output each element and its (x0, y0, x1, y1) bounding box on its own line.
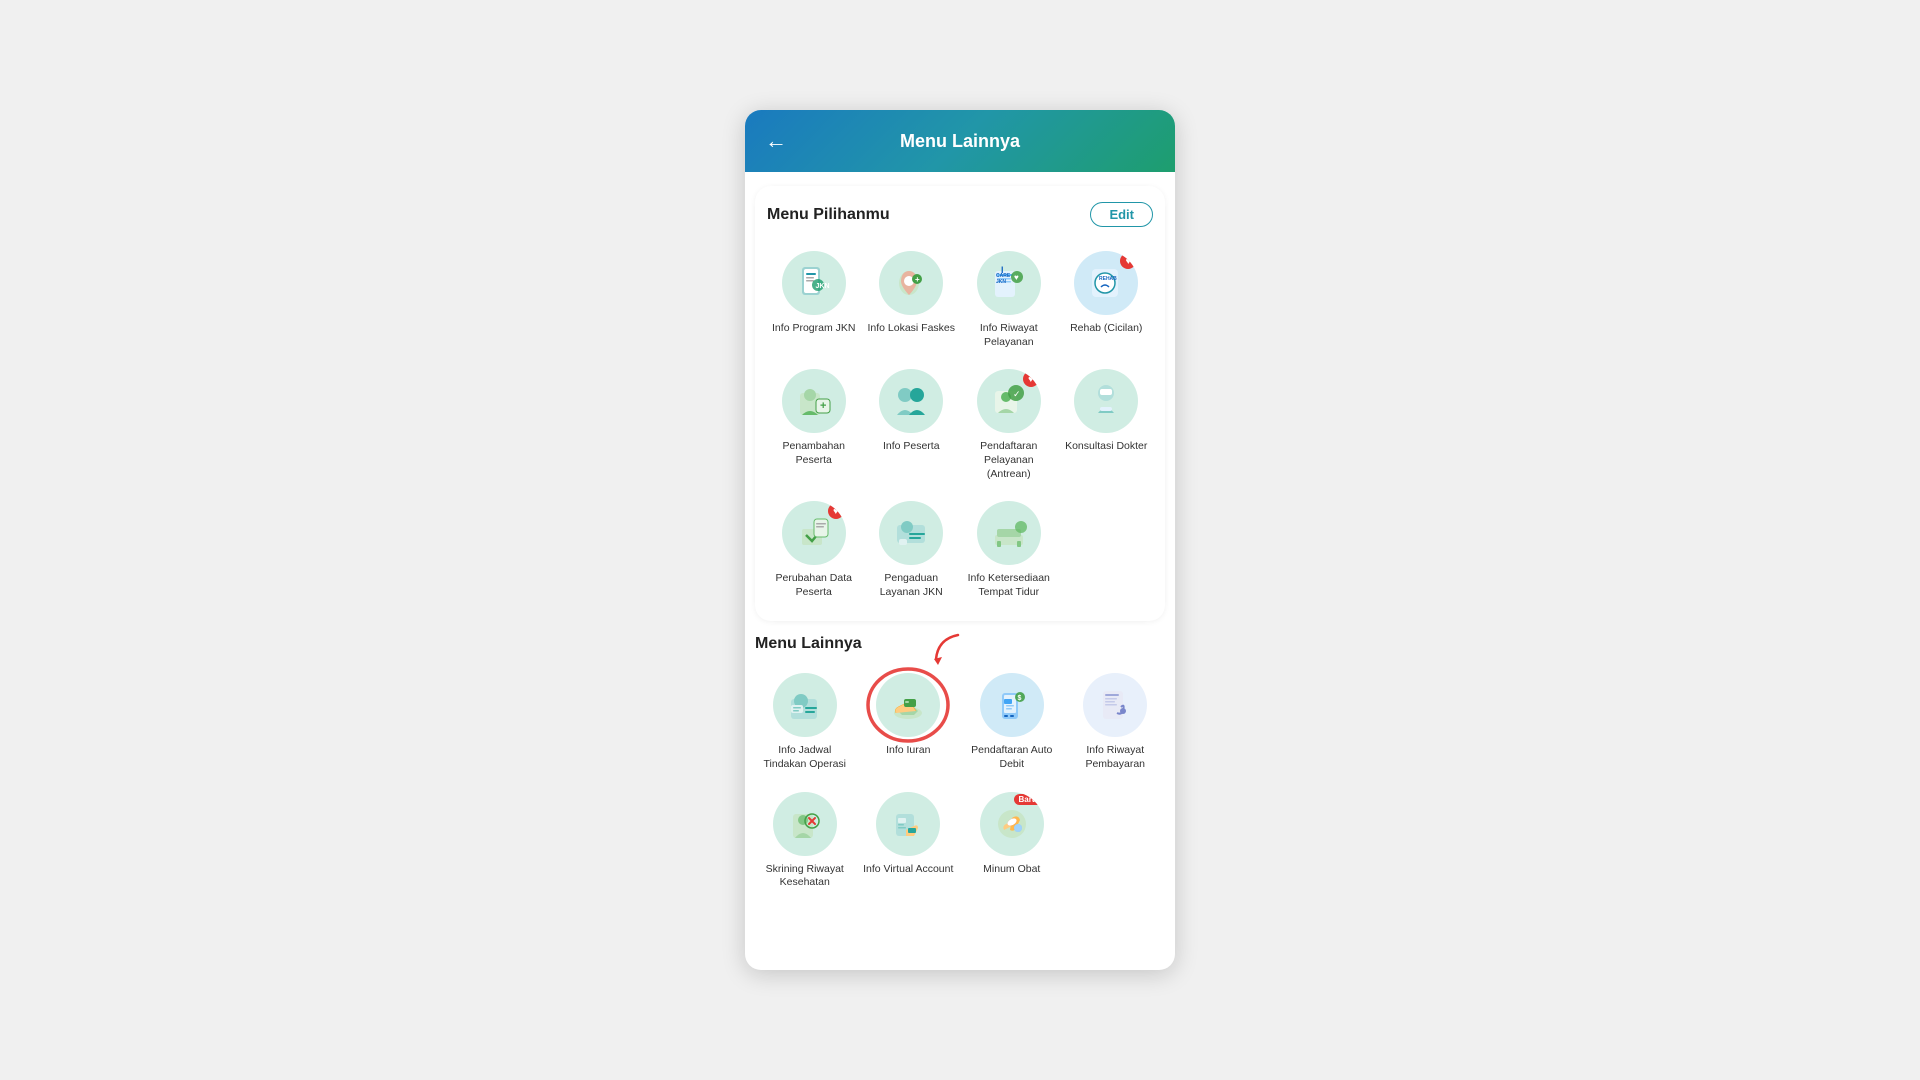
label-info-jadwal: Info Jadwal Tindakan Operasi (757, 744, 853, 771)
menu-item-info-riwayat-pelayanan[interactable]: I CARE JKN ♥ Info Riwayat Pelayanan (962, 245, 1056, 355)
icon-wrap-info-riwayat-pembayaran (1083, 673, 1147, 737)
menu-item-info-ketersediaan-tempat-tidur[interactable]: Info Ketersediaan Tempat Tidur (962, 495, 1056, 605)
header-title: Menu Lainnya (799, 131, 1121, 152)
label-info-riwayat-pembayaran: Info Riwayat Pembayaran (1068, 744, 1164, 771)
back-button[interactable]: ← (765, 128, 787, 154)
icon-wrap-pendaftaran-pelayanan: ✓ ♥ (977, 369, 1041, 433)
icon-wrap-skrining (773, 792, 837, 856)
rehab-heart-badge: ♥ (1120, 253, 1136, 269)
icon-wrap-info-virtual-account (876, 792, 940, 856)
menu-item-info-virtual-account[interactable]: Info Virtual Account (859, 786, 959, 896)
phone-container: ← Menu Lainnya Menu Pilihanmu Edit (745, 110, 1175, 970)
label-info-riwayat-pelayanan: Info Riwayat Pelayanan (964, 322, 1054, 349)
menu-item-info-iuran[interactable]: Info Iuran (859, 667, 959, 777)
svg-text:REHAB: REHAB (1099, 276, 1117, 282)
icon-wrap-penambahan-peserta: + (782, 369, 846, 433)
pendaftaran-pelayanan-icon: ✓ (987, 379, 1031, 423)
menu-item-minum-obat[interactable]: Baru Minum Obat (962, 786, 1062, 896)
label-pengaduan-layanan-jkn: Pengaduan Layanan JKN (867, 572, 957, 599)
label-pendaftaran-auto-debit: Pendaftaran Auto Debit (964, 744, 1060, 771)
edit-button[interactable]: Edit (1090, 202, 1153, 227)
icon-wrap-minum-obat: Baru (980, 792, 1044, 856)
svg-text:+: + (915, 275, 920, 284)
menu-item-info-program-jkn[interactable]: JKN Info Program JKN (767, 245, 861, 355)
menu-item-info-lokasi-faskes[interactable]: + Info Lokasi Faskes (865, 245, 959, 355)
menu-item-info-jadwal-tindakan-operasi[interactable]: Info Jadwal Tindakan Operasi (755, 667, 855, 777)
menu-item-pendaftaran-auto-debit[interactable]: $ Pendaftaran Auto Debit (962, 667, 1062, 777)
svg-text:♥: ♥ (1014, 273, 1019, 282)
label-info-lokasi-faskes: Info Lokasi Faskes (867, 322, 955, 336)
rehab-cicilan-icon: REHAB (1084, 261, 1128, 305)
minum-obat-new-badge: Baru (1014, 794, 1042, 805)
info-riwayat-pelayanan-icon: I CARE JKN ♥ (987, 261, 1031, 305)
icon-wrap-info-peserta (879, 369, 943, 433)
icon-wrap-info-riwayat-pelayanan: I CARE JKN ♥ (977, 251, 1041, 315)
svg-text:+: + (820, 400, 826, 412)
menu-lainnya-title: Menu Lainnya (755, 635, 1165, 653)
info-peserta-icon (889, 379, 933, 423)
perubahan-heart-badge: ♥ (828, 503, 844, 519)
svg-text:✓: ✓ (1013, 389, 1021, 399)
svg-text:$: $ (1017, 695, 1021, 702)
svg-text:JKN: JKN (996, 279, 1006, 285)
pendaftaran-auto-debit-icon: $ (990, 683, 1034, 727)
menu-pilihanmu-section: Menu Pilihanmu Edit (745, 186, 1175, 621)
pengaduan-layanan-jkn-icon (889, 511, 933, 555)
menu-item-konsultasi-dokter[interactable]: Konsultasi Dokter (1060, 363, 1154, 487)
label-info-ketersediaan-tempat-tidur: Info Ketersediaan Tempat Tidur (964, 572, 1054, 599)
menu-item-rehab-cicilan[interactable]: REHAB ♥ Rehab (Cicilan) (1060, 245, 1154, 355)
label-minum-obat: Minum Obat (983, 863, 1040, 877)
label-info-iuran: Info Iuran (886, 744, 930, 758)
icon-wrap-info-jadwal (773, 673, 837, 737)
icon-wrap-info-ketersediaan-tempat-tidur (977, 501, 1041, 565)
icon-wrap-pengaduan-layanan-jkn (879, 501, 943, 565)
menu-item-penambahan-peserta[interactable]: + Penambahan Peserta (767, 363, 861, 487)
label-pendaftaran-pelayanan: Pendaftaran Pelayanan (Antrean) (964, 440, 1054, 481)
menu-item-skrining-riwayat-kesehatan[interactable]: Skrining Riwayat Kesehatan (755, 786, 855, 896)
menu-item-info-peserta[interactable]: Info Peserta (865, 363, 959, 487)
menu-item-info-riwayat-pembayaran[interactable]: Info Riwayat Pembayaran (1066, 667, 1166, 777)
menu-lainnya-grid: Info Jadwal Tindakan Operasi (755, 667, 1165, 896)
menu-pilihanmu-header: Menu Pilihanmu Edit (767, 202, 1153, 227)
icon-wrap-info-program-jkn: JKN (782, 251, 846, 315)
icon-wrap-info-lokasi-faskes: + (879, 251, 943, 315)
icon-wrap-perubahan-data-peserta: ♥ (782, 501, 846, 565)
icon-wrap-rehab-cicilan: REHAB ♥ (1074, 251, 1138, 315)
label-info-virtual-account: Info Virtual Account (863, 863, 953, 877)
skrining-icon (783, 802, 827, 846)
minum-obat-icon (990, 802, 1034, 846)
perubahan-data-peserta-icon (792, 511, 836, 555)
menu-item-pengaduan-layanan-jkn[interactable]: Pengaduan Layanan JKN (865, 495, 959, 605)
pendaftaran-heart-badge: ♥ (1023, 371, 1039, 387)
label-perubahan-data-peserta: Perubahan Data Peserta (769, 572, 859, 599)
label-skrining: Skrining Riwayat Kesehatan (757, 863, 853, 890)
info-riwayat-pembayaran-icon (1093, 683, 1137, 727)
menu-item-pendaftaran-pelayanan[interactable]: ✓ ♥ Pendaftaran Pelayanan (Antrean) (962, 363, 1056, 487)
header: ← Menu Lainnya (745, 110, 1175, 172)
info-virtual-account-icon (886, 802, 930, 846)
icon-wrap-pendaftaran-auto-debit: $ (980, 673, 1044, 737)
icon-wrap-info-iuran (876, 673, 940, 737)
svg-text:JKN: JKN (815, 283, 829, 290)
label-penambahan-peserta: Penambahan Peserta (769, 440, 859, 467)
info-program-jkn-icon: JKN (792, 261, 836, 305)
label-rehab-cicilan: Rehab (Cicilan) (1070, 322, 1142, 336)
penambahan-peserta-icon: + (792, 379, 836, 423)
info-jadwal-icon (783, 683, 827, 727)
menu-lainnya-section: Menu Lainnya (745, 635, 1175, 912)
menu-pilihanmu-title: Menu Pilihanmu (767, 206, 890, 224)
konsultasi-dokter-icon (1084, 379, 1128, 423)
menu-item-perubahan-data-peserta[interactable]: ♥ Perubahan Data Peserta (767, 495, 861, 605)
menu-pilihanmu-card: Menu Pilihanmu Edit (755, 186, 1165, 621)
menu-pilihanmu-grid: JKN Info Program JKN + (767, 245, 1153, 605)
info-lokasi-faskes-icon: + (889, 261, 933, 305)
label-info-program-jkn: Info Program JKN (772, 322, 855, 336)
info-iuran-icon (886, 683, 930, 727)
label-info-peserta: Info Peserta (883, 440, 940, 454)
icon-wrap-konsultasi-dokter (1074, 369, 1138, 433)
label-konsultasi-dokter: Konsultasi Dokter (1065, 440, 1147, 454)
info-ketersediaan-tempat-tidur-icon (987, 511, 1031, 555)
